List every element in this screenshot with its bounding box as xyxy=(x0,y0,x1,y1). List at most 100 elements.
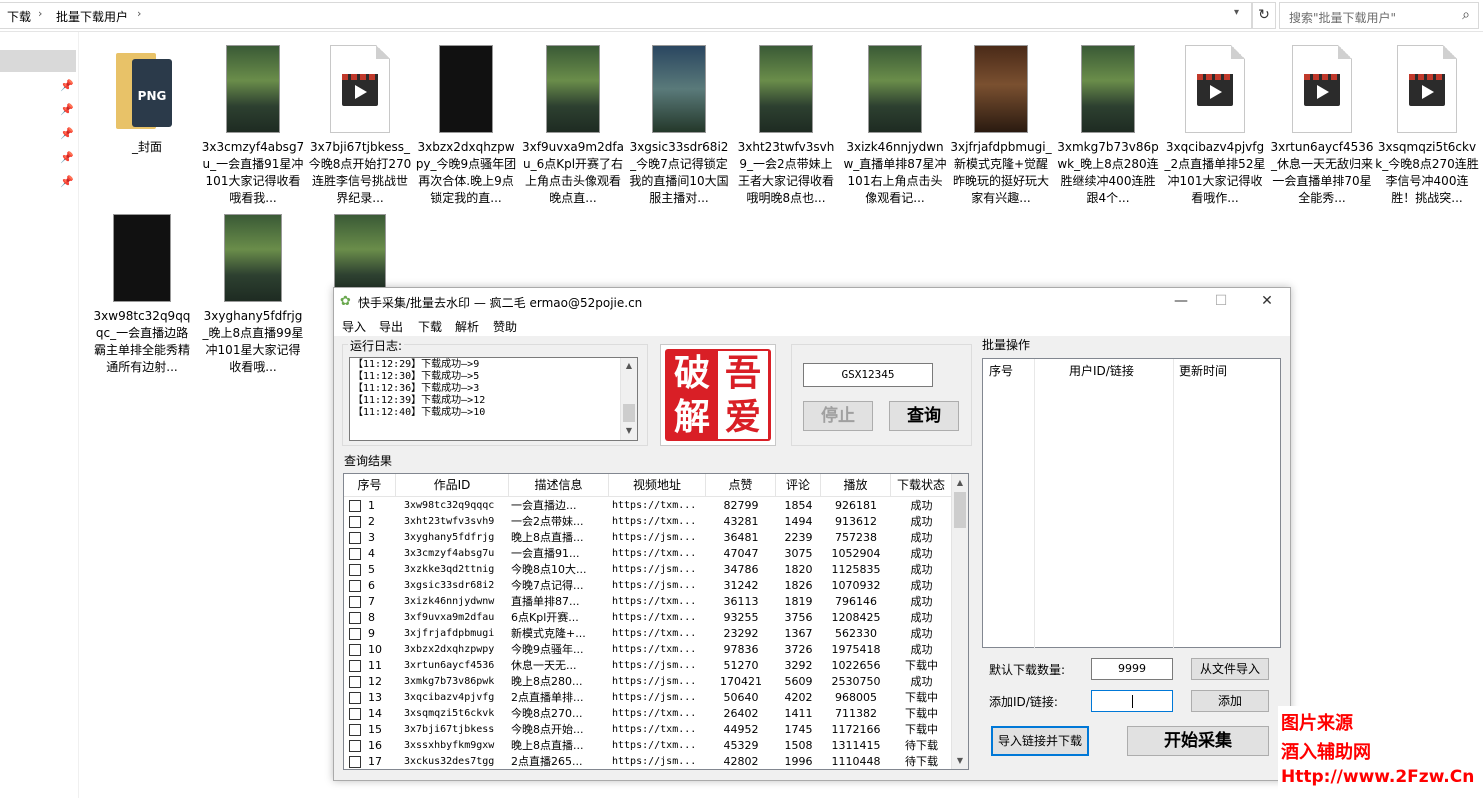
results-scrollbar[interactable]: ▲ ▼ xyxy=(951,474,968,769)
table-row[interactable]: 7 3xizk46nnjydwnw 直播单排87... https://txm... 3… xyxy=(344,594,952,610)
menu-parse[interactable]: 解析 xyxy=(455,318,479,335)
row-checkbox[interactable] xyxy=(349,548,361,560)
start-collect-button[interactable]: 开始采集 xyxy=(1127,726,1269,756)
user-id-input[interactable]: GSX12345 xyxy=(803,363,933,387)
row-checkbox[interactable] xyxy=(349,580,361,592)
default-count-input[interactable]: 9999 xyxy=(1091,658,1173,680)
column-header[interactable]: 视频地址 xyxy=(609,474,706,497)
file-item[interactable]: 3xjfrjafdpbmugi_新模式克隆+觉醒昨晚玩的挺好玩大家有兴趣... xyxy=(949,45,1053,205)
row-checkbox[interactable] xyxy=(349,612,361,624)
pin-icon[interactable]: 📌 xyxy=(60,79,74,92)
file-item[interactable]: 3x3cmzyf4absg7u_一会直播91星冲101大家记得收看哦看我... xyxy=(201,45,305,205)
query-button[interactable]: 查询 xyxy=(889,401,959,431)
file-item[interactable]: 3xmkg7b73v86pwk_晚上8点280连胜继续冲400连胜跟4个... xyxy=(1056,45,1160,205)
stop-button[interactable]: 停止 xyxy=(803,401,873,431)
row-checkbox[interactable] xyxy=(349,676,361,688)
table-row[interactable]: 13 3xqcibazv4pjvfg 2点直播单排... https://jsm...… xyxy=(344,690,952,706)
menu-export[interactable]: 导出 xyxy=(379,318,403,335)
column-header[interactable]: 下载状态 xyxy=(891,474,952,497)
app-title-bar[interactable]: ✿ 快手采集/批量去水印 — 疯二毛 ermao@52pojie.cn — ☐ … xyxy=(334,288,1290,316)
file-item[interactable]: 3xizk46nnjydwnw_直播单排87星冲101右上角点击头像观看记... xyxy=(843,45,947,205)
row-checkbox[interactable] xyxy=(349,644,361,656)
close-button[interactable]: ✕ xyxy=(1252,292,1282,312)
file-item[interactable]: 3xht23twfv3svh9_一会2点带妹上王者大家记得收看哦明晚8点也... xyxy=(734,45,838,205)
column-header[interactable]: 描述信息 xyxy=(509,474,609,497)
table-row[interactable]: 9 3xjfrjafdpbmugi 新模式克隆+... https://txm... 2… xyxy=(344,626,952,642)
pin-icon[interactable]: 📌 xyxy=(60,127,74,140)
column-header[interactable]: 点赞 xyxy=(706,474,776,497)
row-checkbox[interactable] xyxy=(349,660,361,672)
menu-download[interactable]: 下载 xyxy=(418,318,442,335)
table-row[interactable]: 15 3x7bji67tjbkess 今晚8点开始... https://txm...… xyxy=(344,722,952,738)
table-row[interactable]: 8 3xf9uvxa9m2dfau 6点Kpl开赛... https://txm...… xyxy=(344,610,952,626)
log-scrollbar[interactable]: ▲ ▼ xyxy=(620,358,637,440)
pin-icon[interactable]: 📌 xyxy=(60,175,74,188)
breadcrumb-current[interactable]: 批量下载用户 xyxy=(56,8,128,25)
table-row[interactable]: 6 3xgsic33sdr68i2 今晚7点记得... https://jsm... 3… xyxy=(344,578,952,594)
file-item[interactable]: 3x7bji67tjbkess_今晚8点开始打270连胜李信号挑战世界纪录... xyxy=(308,45,412,205)
scroll-up-icon[interactable]: ▲ xyxy=(621,361,637,370)
minimize-button[interactable]: — xyxy=(1166,292,1196,312)
row-checkbox[interactable] xyxy=(349,596,361,608)
table-row[interactable]: 12 3xmkg7b73v86pwk 晚上8点280... https://jsm..… xyxy=(344,674,952,690)
file-item[interactable]: 3xsqmqzi5t6ckvk_今晚8点270连胜李信号冲400连胜！挑战突..… xyxy=(1375,45,1479,205)
file-item[interactable]: 3xgsic33sdr68i2_今晚7点记得锁定我的直播间10大国服主播对... xyxy=(627,45,731,205)
batch-column-header[interactable]: 更新时间 xyxy=(1179,359,1227,383)
table-row[interactable]: 14 3xsqmqzi5t6ckvk 今晚8点270... https://txm..… xyxy=(344,706,952,722)
scroll-up-icon[interactable]: ▲ xyxy=(952,478,968,487)
column-header[interactable]: 评论 xyxy=(776,474,821,497)
breadcrumb-separator-icon[interactable]: › xyxy=(137,7,141,20)
scroll-down-icon[interactable]: ▼ xyxy=(621,426,637,435)
row-checkbox[interactable] xyxy=(349,756,361,768)
table-row[interactable]: 16 3xssxhbyfkm9gxw 晚上8点直播... https://txm...… xyxy=(344,738,952,754)
pin-icon[interactable]: 📌 xyxy=(60,151,74,164)
table-row[interactable]: 11 3xrtun6aycf4536 休息一天无... https://jsm... 5… xyxy=(344,658,952,674)
row-checkbox[interactable] xyxy=(349,564,361,576)
column-header[interactable]: 播放 xyxy=(821,474,891,497)
file-item[interactable]: 3xbzx2dxqhzpwpy_今晚9点骚年团再次合体.晚上9点锁定我的直... xyxy=(414,45,518,205)
row-checkbox[interactable] xyxy=(349,692,361,704)
file-item-cover-folder[interactable]: PNG _封面 xyxy=(95,45,199,195)
row-checkbox[interactable] xyxy=(349,516,361,528)
row-checkbox[interactable] xyxy=(349,628,361,640)
file-item[interactable]: 3xw98tc32q9qqqc_一会直播边路霸主单排全能秀精通所有边射... xyxy=(90,214,194,374)
scroll-thumb[interactable] xyxy=(623,404,635,422)
address-box[interactable] xyxy=(0,2,1252,29)
file-item[interactable]: 3xrtun6aycf4536_休息一天无敌归来一会直播单排70星全能秀... xyxy=(1270,45,1374,205)
refresh-button[interactable]: ↻ xyxy=(1252,2,1276,29)
log-textbox[interactable]: 【11:12:29】下载成功—>9 【11:12:30】下载成功—>5 【11:… xyxy=(349,357,638,441)
breadcrumb-separator-icon[interactable]: › xyxy=(38,7,42,20)
menu-import[interactable]: 导入 xyxy=(342,318,366,335)
row-checkbox[interactable] xyxy=(349,500,361,512)
column-header[interactable]: 作品ID xyxy=(396,474,509,497)
scroll-down-icon[interactable]: ▼ xyxy=(952,756,968,765)
add-button[interactable]: 添加 xyxy=(1191,690,1269,712)
table-row[interactable]: 17 3xckus32des7tgg 2点直播265... https://jsm..… xyxy=(344,754,952,769)
table-row[interactable]: 1 3xw98tc32q9qqqc 一会直播边... https://txm... 82… xyxy=(344,498,952,514)
menu-sponsor[interactable]: 赞助 xyxy=(493,318,517,335)
row-checkbox[interactable] xyxy=(349,532,361,544)
import-file-button[interactable]: 从文件导入 xyxy=(1191,658,1269,680)
nav-selected-item[interactable] xyxy=(0,50,76,72)
search-input[interactable]: 搜索"批量下载用户" ⌕ xyxy=(1279,2,1479,29)
add-id-input[interactable] xyxy=(1091,690,1173,712)
file-item[interactable]: 3xf9uvxa9m2dfau_6点Kpl开赛了右上角点击头像观看晚点直... xyxy=(521,45,625,205)
maximize-button[interactable]: ☐ xyxy=(1206,292,1236,312)
row-checkbox[interactable] xyxy=(349,724,361,736)
address-dropdown-icon[interactable]: ▾ xyxy=(1234,7,1239,18)
table-row[interactable]: 4 3x3cmzyf4absg7u 一会直播91... https://txm... 4… xyxy=(344,546,952,562)
table-row[interactable]: 3 3xyghany5fdfrjg 晚上8点直播... https://jsm... 3… xyxy=(344,530,952,546)
scroll-thumb[interactable] xyxy=(954,492,966,528)
file-item[interactable]: 3xqcibazv4pjvfg_2点直播单排52星冲101大家记得收看哦作... xyxy=(1163,45,1267,205)
batch-column-header[interactable]: 序号 xyxy=(989,359,1013,383)
batch-column-header[interactable]: 用户ID/链接 xyxy=(1069,359,1134,383)
table-row[interactable]: 5 3xzkke3qd2ttnig 今晚8点10大... https://jsm...… xyxy=(344,562,952,578)
row-checkbox[interactable] xyxy=(349,740,361,752)
row-checkbox[interactable] xyxy=(349,708,361,720)
breadcrumb-downloads[interactable]: 下载 xyxy=(7,8,31,25)
table-row[interactable]: 2 3xht23twfv3svh9 一会2点带妹... https://txm... 4… xyxy=(344,514,952,530)
table-row[interactable]: 10 3xbzx2dxqhzpwpy 今晚9点骚年... https://txm...… xyxy=(344,642,952,658)
pin-icon[interactable]: 📌 xyxy=(60,103,74,116)
column-header[interactable]: 序号 xyxy=(344,474,396,497)
file-item[interactable]: 3xyghany5fdfrjg_晚上8点直播99星冲101星大家记得收看哦... xyxy=(201,214,305,374)
